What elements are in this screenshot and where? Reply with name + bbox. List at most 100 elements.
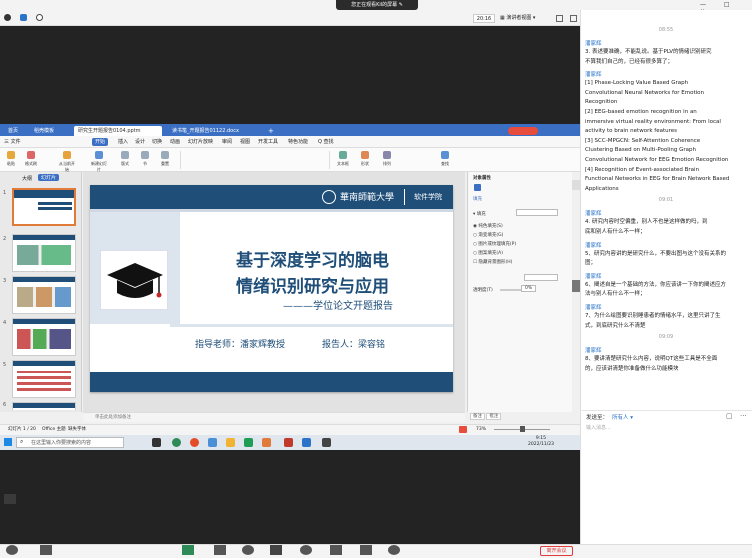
menu-home[interactable]: 开始 xyxy=(92,138,109,146)
textbox-icon xyxy=(339,151,347,159)
arrange-button[interactable]: 排列 xyxy=(378,151,396,169)
menu-file[interactable]: 三 文件 xyxy=(4,136,21,148)
paste-button[interactable]: 粘贴 xyxy=(2,151,20,169)
menu-animation[interactable]: 动画 xyxy=(170,136,180,148)
chat-message-line: [4] Recognition of Event-associated Brai… xyxy=(585,166,700,173)
paste-icon xyxy=(7,151,15,159)
more-icon[interactable]: ··· xyxy=(740,412,747,420)
menu-search[interactable]: Q 查找 xyxy=(318,136,334,148)
apps-icon[interactable] xyxy=(360,545,372,555)
explorer-icon[interactable] xyxy=(208,438,217,447)
recipient-dropdown[interactable]: 所有人 ▾ xyxy=(612,413,633,421)
fill-tab-label[interactable]: 填充 xyxy=(473,196,482,202)
chat-input[interactable]: 输入消息... xyxy=(586,424,746,436)
participants-panel-icon[interactable] xyxy=(4,494,16,504)
pane-collapse-handle[interactable] xyxy=(572,280,580,292)
meeting-app-icon[interactable] xyxy=(302,438,311,447)
section-button[interactable]: 节 xyxy=(136,151,154,169)
pane-tool-icon[interactable] xyxy=(572,180,580,190)
find-button[interactable]: 查找 xyxy=(436,151,454,169)
shape-button[interactable]: 形状 xyxy=(356,151,374,169)
chat-icon[interactable] xyxy=(270,545,282,555)
slides-tab[interactable]: 幻灯片 xyxy=(38,174,60,181)
camera-icon[interactable] xyxy=(40,545,52,555)
menu-slideshow[interactable]: 幻灯片放映 xyxy=(188,136,213,148)
edge-icon[interactable] xyxy=(172,438,181,447)
info-icon[interactable] xyxy=(4,14,11,21)
zoom-level[interactable]: 73% xyxy=(476,424,486,435)
app-icon[interactable] xyxy=(284,438,293,447)
notes-buttons[interactable]: 备注 批注 xyxy=(470,413,502,420)
record-button-icon[interactable] xyxy=(300,545,312,555)
slide-thumbnail-3[interactable] xyxy=(12,276,76,314)
settings-gear-icon[interactable] xyxy=(388,545,400,555)
slide-thumbnail-5[interactable] xyxy=(12,360,76,398)
windows-start-icon[interactable] xyxy=(4,438,12,446)
microphone-icon[interactable] xyxy=(6,545,18,555)
participants-icon[interactable] xyxy=(242,545,254,555)
folder-icon[interactable] xyxy=(226,438,235,447)
menu-insert[interactable]: 插入 xyxy=(118,136,128,148)
new-slide-button[interactable]: 新建幻灯片 xyxy=(90,151,108,172)
chat-message-line: 底和别人有什么不一样； xyxy=(585,229,646,235)
slide-thumbnail-4[interactable] xyxy=(12,318,76,356)
play-from-current-button[interactable]: 从当前开始 xyxy=(58,151,76,172)
notes-area[interactable]: 单击此处添加备注 xyxy=(83,412,465,422)
slide-thumbnail-1[interactable] xyxy=(12,188,76,226)
reset-button[interactable]: 重置 xyxy=(156,151,174,169)
chat-message-line: Clustering Based on Multi-Pooling Graph xyxy=(585,147,696,154)
login-badge[interactable] xyxy=(508,127,538,135)
task-view-icon[interactable] xyxy=(152,438,161,447)
color-picker[interactable] xyxy=(524,274,558,281)
transparency-value[interactable]: 0% xyxy=(521,285,537,292)
reactions-icon[interactable] xyxy=(330,545,342,555)
tab-home[interactable]: 首页 xyxy=(4,126,22,136)
pen-icon[interactable]: ✎ xyxy=(399,2,403,8)
fill-bucket-icon[interactable] xyxy=(474,184,481,191)
chat-message-line: 4. 研究内容时空偏重，别人不也是这样做的吗，到 xyxy=(585,219,708,226)
view-mode-button[interactable]: ▦ 演讲者视图 ▾ xyxy=(500,14,544,23)
layout-button[interactable]: 版式 xyxy=(116,151,134,169)
security-icon[interactable] xyxy=(214,545,226,555)
share-screen-icon[interactable] xyxy=(182,545,194,555)
option-hide-background[interactable]: ☐ 隐藏背景图形(H) xyxy=(473,259,512,265)
leave-meeting-button[interactable]: 离开会议 xyxy=(540,546,573,556)
missing-font-label[interactable]: 缺失字体 xyxy=(68,424,86,435)
format-painter-button[interactable]: 格式刷 xyxy=(22,151,40,169)
window-controls[interactable]: — □ × xyxy=(700,1,750,15)
menu-view[interactable]: 视图 xyxy=(240,136,250,148)
taskbar-search-input[interactable]: 在这里输入你要搜索的内容 xyxy=(16,437,124,448)
fullscreen-icon[interactable] xyxy=(556,15,563,22)
menu-developer[interactable]: 开发工具 xyxy=(258,136,278,148)
slide-thumbnail-2[interactable] xyxy=(12,234,76,272)
window-icon[interactable] xyxy=(570,15,577,22)
file-icon[interactable]: ▢ xyxy=(726,412,733,420)
tab-docer[interactable]: 稻壳模板 xyxy=(30,126,58,136)
add-tab-button[interactable]: + xyxy=(264,126,278,136)
menu-features[interactable]: 特色功能 xyxy=(288,136,308,148)
font-group[interactable] xyxy=(180,151,330,169)
wechat-icon[interactable] xyxy=(244,438,253,447)
menu-transition[interactable]: 切换 xyxy=(152,136,162,148)
outline-tab[interactable]: 大纲 xyxy=(22,175,32,182)
tab-docx-file[interactable]: 读书笔_开题报告01122.docx xyxy=(168,126,260,136)
menu-review[interactable]: 审阅 xyxy=(222,136,232,148)
option-pattern-fill[interactable]: ○ 图案填充(A) xyxy=(473,250,503,256)
option-solid-fill[interactable]: ◉ 纯色填充(S) xyxy=(473,223,503,229)
zoom-slider-thumb[interactable] xyxy=(520,426,525,432)
record-icon[interactable] xyxy=(36,14,43,21)
terminal-icon[interactable] xyxy=(322,438,331,447)
reset-icon xyxy=(161,151,169,159)
play-slideshow-icon[interactable] xyxy=(459,426,467,433)
textbox-button[interactable]: 文本框 xyxy=(334,151,352,169)
tab-pptm-file[interactable]: 研究生开题报告0104.pptm xyxy=(74,126,162,136)
wps-taskbar-icon[interactable] xyxy=(262,438,271,447)
fill-color-dropdown[interactable] xyxy=(516,209,558,216)
slide-thumbnail-6[interactable] xyxy=(12,402,76,410)
option-picture-fill[interactable]: ○ 图片或纹理填充(P) xyxy=(473,241,516,247)
option-gradient-fill[interactable]: ○ 渐变填充(G) xyxy=(473,232,503,238)
chat-message-line: 7、为什么绘图要识别睡患者的情绪水平，这里只讲了生 xyxy=(585,313,721,319)
shield-icon[interactable] xyxy=(20,14,27,21)
menu-design[interactable]: 设计 xyxy=(135,136,145,148)
chrome-icon[interactable] xyxy=(190,438,199,447)
